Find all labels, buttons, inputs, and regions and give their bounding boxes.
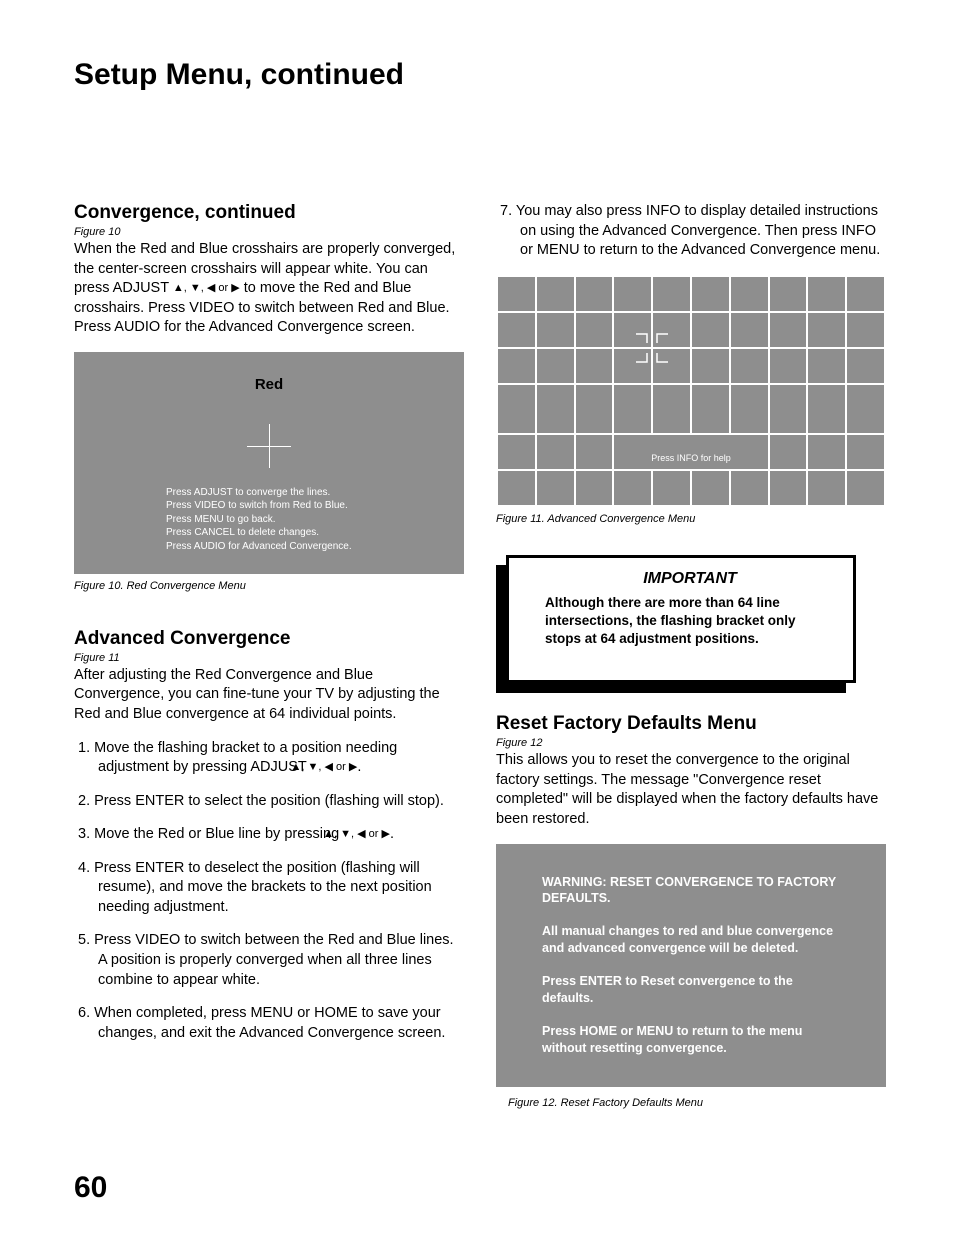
left-column: Convergence, continued Figure 10 When th…: [74, 202, 464, 1109]
step-1: 1. Move the flashing bracket to a positi…: [74, 739, 464, 778]
reset-heading: Reset Factory Defaults Menu: [496, 713, 886, 735]
bracket-icon: [635, 349, 651, 363]
advanced-heading: Advanced Convergence: [74, 628, 464, 650]
fig10-caption: Figure 10. Red Convergence Menu: [74, 580, 464, 592]
important-title: IMPORTANT: [545, 570, 835, 588]
figure-10: Red Press ADJUST to converge the lines. …: [74, 352, 464, 574]
fig10-line4: Press CANCEL to delete changes.: [166, 526, 352, 540]
convergence-paragraph: When the Red and Blue crosshairs are pro…: [74, 240, 464, 338]
figure-12: WARNING: RESET CONVERGENCE TO FACTORY DE…: [496, 844, 886, 1087]
content-columns: Convergence, continued Figure 10 When th…: [74, 202, 886, 1109]
bracket-icon: [635, 333, 651, 347]
page-number: 60: [74, 1171, 107, 1205]
step1-b: .: [357, 759, 361, 775]
step-4: 4. Press ENTER to deselect the position …: [74, 859, 464, 918]
important-box: IMPORTANT Although there are more than 6…: [506, 555, 856, 684]
arrow-sequence: ▲, ▼, ◀ or ▶: [343, 827, 390, 842]
page-title: Setup Menu, continued: [74, 58, 886, 92]
advanced-intro: After adjusting the Red Convergence and …: [74, 666, 464, 725]
step-5: 5. Press VIDEO to switch between the Red…: [74, 931, 464, 990]
fig12-caption: Figure 12. Reset Factory Defaults Menu: [508, 1097, 886, 1109]
fig11-ref: Figure 11: [74, 652, 464, 664]
fig10-line3: Press MENU to go back.: [166, 513, 352, 527]
fig12-p1: WARNING: RESET CONVERGENCE TO FACTORY DE…: [542, 874, 846, 908]
step3-a: 3. Move the Red or Blue line by pressing: [78, 826, 343, 842]
arrow-sequence: ▲, ▼, ◀ or ▶: [173, 281, 240, 296]
step-2: 2. Press ENTER to select the position (f…: [74, 792, 464, 812]
fig11-caption: Figure 11. Advanced Convergence Menu: [496, 513, 886, 525]
fig10-line5: Press AUDIO for Advanced Convergence.: [166, 540, 352, 554]
reset-intro: This allows you to reset the convergence…: [496, 751, 886, 829]
step3-b: .: [390, 826, 394, 842]
fig10-line1: Press ADJUST to converge the lines.: [166, 486, 352, 500]
fig12-ref: Figure 12: [496, 737, 886, 749]
fig10-red-label: Red: [74, 376, 464, 393]
important-body: Although there are more than 64 line int…: [545, 594, 835, 649]
arrow-sequence: ▲, ▼, ◀ or ▶: [311, 760, 358, 775]
convergence-heading: Convergence, continued: [74, 202, 464, 224]
fig11-help-text: Press INFO for help: [614, 453, 767, 463]
step-3: 3. Move the Red or Blue line by pressing…: [74, 825, 464, 845]
fig10-instructions: Press ADJUST to converge the lines. Pres…: [166, 486, 352, 554]
fig10-ref: Figure 10: [74, 226, 464, 238]
bracket-icon: [653, 333, 669, 347]
figure-11-grid: Press INFO for help: [496, 275, 886, 507]
fig12-p3: Press ENTER to Reset convergence to the …: [542, 973, 846, 1007]
fig12-p4: Press HOME or MENU to return to the menu…: [542, 1023, 846, 1057]
step-6: 6. When completed, press MENU or HOME to…: [74, 1004, 464, 1043]
fig10-line2: Press VIDEO to switch from Red to Blue.: [166, 499, 352, 513]
step-7: 7. You may also press INFO to display de…: [496, 202, 886, 261]
bracket-icon: [653, 349, 669, 363]
fig12-p2: All manual changes to red and blue conve…: [542, 923, 846, 957]
right-column: 7. You may also press INFO to display de…: [496, 202, 886, 1109]
